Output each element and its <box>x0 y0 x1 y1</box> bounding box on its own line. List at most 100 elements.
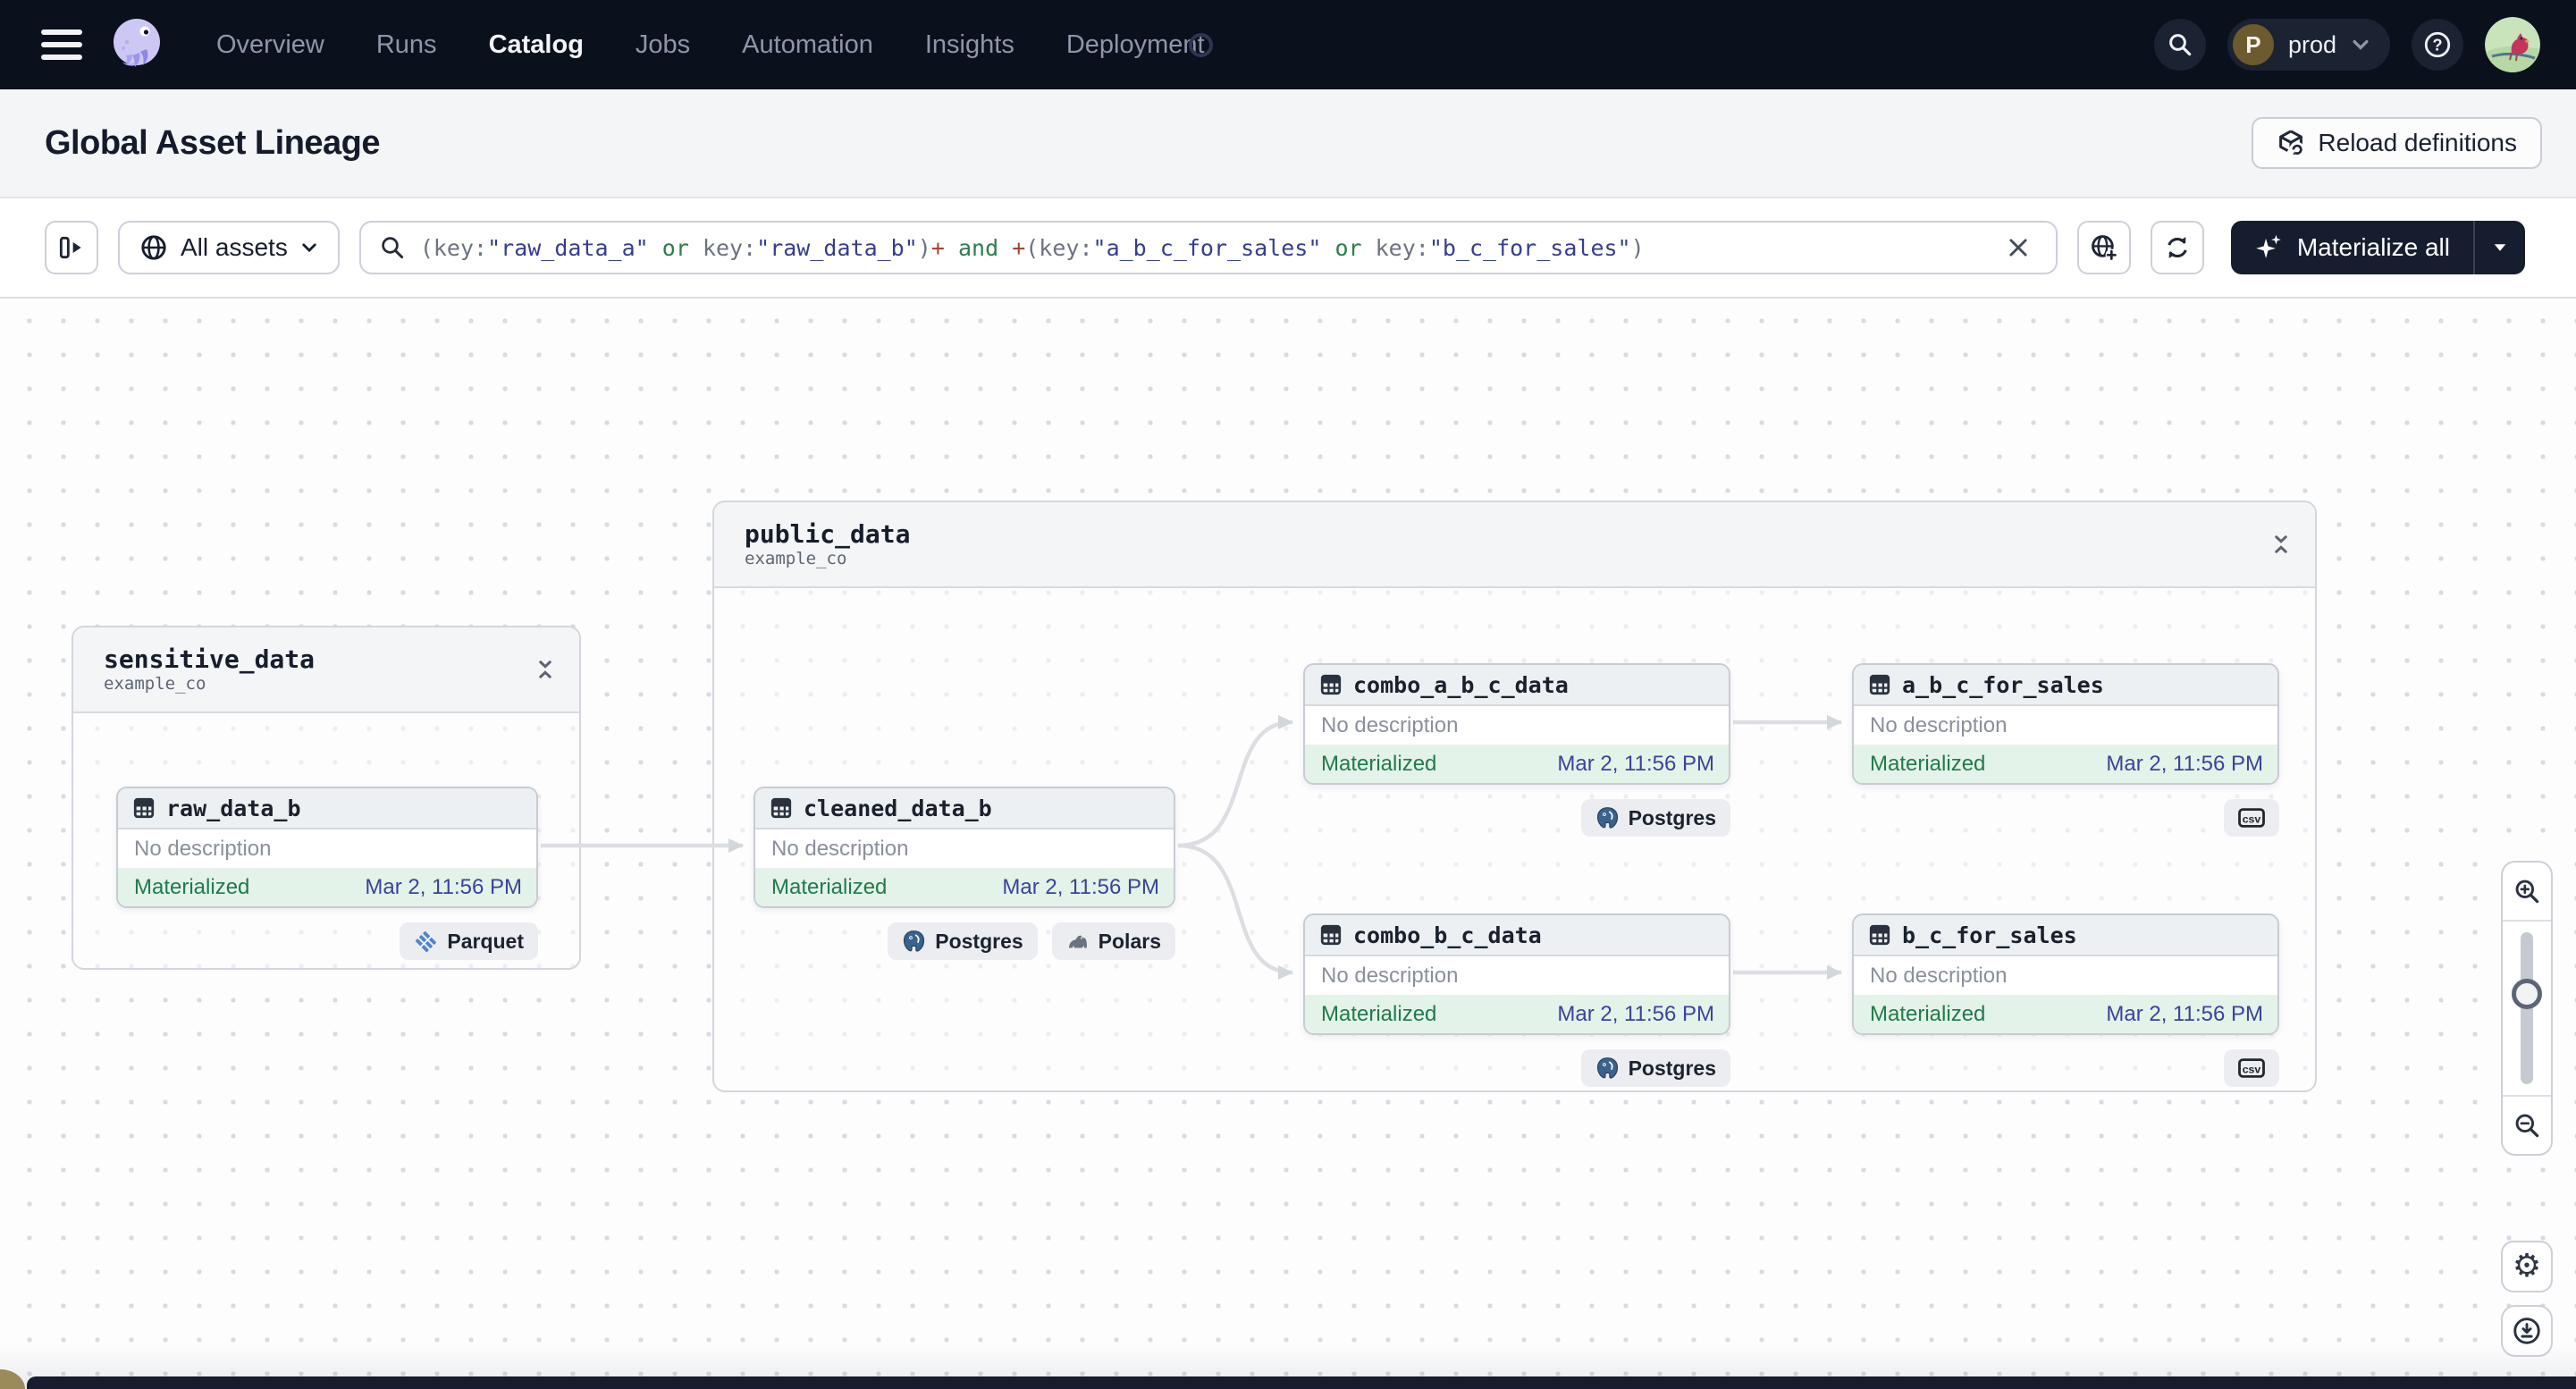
bottom-left-artifact <box>0 1369 25 1389</box>
lineage-graph-canvas[interactable]: ⚙ sensitive_data example_co public_data … <box>0 299 2576 1389</box>
zoom-out-icon <box>2515 1114 2539 1138</box>
polars-icon <box>1068 935 1087 948</box>
gear-icon: ⚙ <box>2512 1248 2542 1284</box>
materialization-status: Materialized <box>1321 1002 1437 1026</box>
asset-scope-dropdown[interactable]: All assets <box>118 221 340 274</box>
reload-cube-icon <box>2279 130 2305 157</box>
asset-status-row: Materialized Mar 2, 11:56 PM <box>118 869 536 906</box>
nav-item-catalog[interactable]: Catalog <box>489 30 584 60</box>
group-name: public_data <box>745 518 911 549</box>
collapse-icon <box>539 661 551 678</box>
panel-expand-icon <box>59 236 81 259</box>
deployment-switcher[interactable]: P prod <box>2227 19 2390 71</box>
zoom-slider-thumb[interactable] <box>2512 979 2542 1010</box>
hamburger-menu-icon[interactable] <box>41 29 82 60</box>
nav-item-jobs[interactable]: Jobs <box>636 30 690 60</box>
tag-csv[interactable]: csv <box>2224 1049 2279 1087</box>
bottom-cutoff-bar <box>27 1376 2576 1389</box>
materialize-all-button[interactable]: Materialize all <box>2231 221 2473 274</box>
zoom-in-icon <box>2515 880 2539 904</box>
collapse-group-button[interactable] <box>535 659 556 680</box>
deployment-initial-badge: P <box>2232 24 2274 65</box>
nav-item-deployment[interactable]: Deployment <box>1066 30 1205 60</box>
clear-search-button[interactable] <box>1999 228 2038 267</box>
search-button[interactable] <box>2153 19 2206 71</box>
query-segment: "a_b_c_for_sales" <box>1092 234 1322 261</box>
query-segment <box>945 235 958 261</box>
asset-description: No description <box>1854 956 2277 996</box>
asset-tags-row: Postgres Polars <box>753 922 1175 960</box>
nav-item-runs[interactable]: Runs <box>376 30 437 60</box>
new-asset-selection-button[interactable] <box>2076 221 2131 274</box>
open-sidebar-button[interactable] <box>45 221 98 274</box>
query-segment: + <box>1012 234 1026 261</box>
tag-csv[interactable]: csv <box>2224 799 2279 837</box>
graph-settings-button[interactable]: ⚙ <box>2501 1241 2553 1292</box>
materialize-options-dropdown[interactable] <box>2473 221 2525 274</box>
group-header[interactable]: sensitive_data example_co <box>73 627 579 713</box>
user-avatar[interactable] <box>2485 17 2540 72</box>
tag-polars[interactable]: Polars <box>1051 922 1175 960</box>
table-icon <box>133 797 155 819</box>
reload-definitions-label: Reload definitions <box>2318 129 2517 156</box>
materialization-timestamp[interactable]: Mar 2, 11:56 PM <box>1557 752 1714 777</box>
table-icon <box>1320 674 1342 695</box>
asset-tags-row: Postgres <box>1303 799 1730 837</box>
asset-status-row: Materialized Mar 2, 11:56 PM <box>755 869 1174 906</box>
query-segment: key: <box>1361 234 1429 261</box>
asset-tags-row: Postgres <box>1303 1049 1730 1087</box>
dagster-logo-icon[interactable] <box>107 15 166 74</box>
nav-item-overview[interactable]: Overview <box>216 30 324 60</box>
asset-node-combo_a_b_c_data[interactable]: combo_a_b_c_data No description Material… <box>1303 663 1730 785</box>
asset-node-header: combo_a_b_c_data <box>1305 665 1729 706</box>
asset-search-input[interactable]: (key:"raw_data_a" or key:"raw_data_b")+ … <box>358 221 2058 274</box>
table-icon <box>1320 924 1342 946</box>
materialization-timestamp[interactable]: Mar 2, 11:56 PM <box>365 875 522 900</box>
lineage-toolbar: All assets (key:"raw_data_a" or key:"raw… <box>0 198 2576 299</box>
help-button[interactable]: ? <box>2412 19 2463 71</box>
tag-label: Polars <box>1098 929 1161 953</box>
asset-tags-row: csv <box>1852 799 2279 837</box>
materialization-status: Materialized <box>1870 1002 1986 1026</box>
asset-node-combo_b_c_data[interactable]: combo_b_c_data No description Materializ… <box>1303 913 1730 1035</box>
tag-parquet[interactable]: Parquet <box>400 922 538 960</box>
zoom-in-button[interactable] <box>2503 863 2551 922</box>
materialization-timestamp[interactable]: Mar 2, 11:56 PM <box>2106 1002 2263 1027</box>
search-query-text[interactable]: (key:"raw_data_a" or key:"raw_data_b")+ … <box>420 235 1984 261</box>
materialize-all-split-button: Materialize all <box>2230 221 2525 274</box>
asset-node-a_b_c_for_sales[interactable]: a_b_c_for_sales No description Materiali… <box>1852 663 2279 785</box>
close-icon <box>2009 239 2027 257</box>
collapse-group-button[interactable] <box>2270 534 2292 555</box>
zoom-out-button[interactable] <box>2503 1095 2551 1154</box>
query-segment: "b_c_for_sales" <box>1428 234 1631 261</box>
materialization-timestamp[interactable]: Mar 2, 11:56 PM <box>2106 752 2263 777</box>
download-image-button[interactable] <box>2501 1305 2553 1357</box>
zoom-slider[interactable] <box>2503 922 2551 1095</box>
bird-avatar-image <box>2485 17 2540 72</box>
asset-node-b_c_for_sales[interactable]: b_c_for_sales No description Materialize… <box>1852 913 2279 1035</box>
nav-item-insights[interactable]: Insights <box>925 30 1014 60</box>
asset-status-row: Materialized Mar 2, 11:56 PM <box>1305 745 1729 783</box>
query-segment: key: <box>688 234 757 261</box>
download-icon <box>2513 1317 2540 1344</box>
asset-description: No description <box>1305 956 1729 996</box>
asset-node-cleaned_data_b[interactable]: cleaned_data_b No description Materializ… <box>753 787 1175 908</box>
materialization-timestamp[interactable]: Mar 2, 11:56 PM <box>1002 875 1159 900</box>
nav-item-automation[interactable]: Automation <box>742 30 873 60</box>
group-repository: example_co <box>745 549 847 569</box>
table-icon <box>1869 924 1890 946</box>
query-segment <box>1321 235 1334 261</box>
asset-node-raw_data_b[interactable]: raw_data_b No description Materialized M… <box>116 787 538 908</box>
materialization-status: Materialized <box>1870 752 1986 776</box>
group-header[interactable]: public_data example_co <box>714 502 2315 588</box>
chevron-down-icon <box>2353 39 2369 50</box>
help-icon: ? <box>2424 31 2451 58</box>
materialization-timestamp[interactable]: Mar 2, 11:56 PM <box>1557 1002 1714 1027</box>
parquet-icon <box>416 930 437 952</box>
tag-postgres[interactable]: Postgres <box>1580 799 1730 837</box>
reload-definitions-button[interactable]: Reload definitions <box>2252 117 2542 169</box>
asset-status-row: Materialized Mar 2, 11:56 PM <box>1305 996 1729 1033</box>
tag-postgres[interactable]: Postgres <box>1580 1049 1730 1087</box>
refresh-button[interactable] <box>2150 221 2204 274</box>
tag-postgres[interactable]: Postgres <box>888 922 1038 960</box>
